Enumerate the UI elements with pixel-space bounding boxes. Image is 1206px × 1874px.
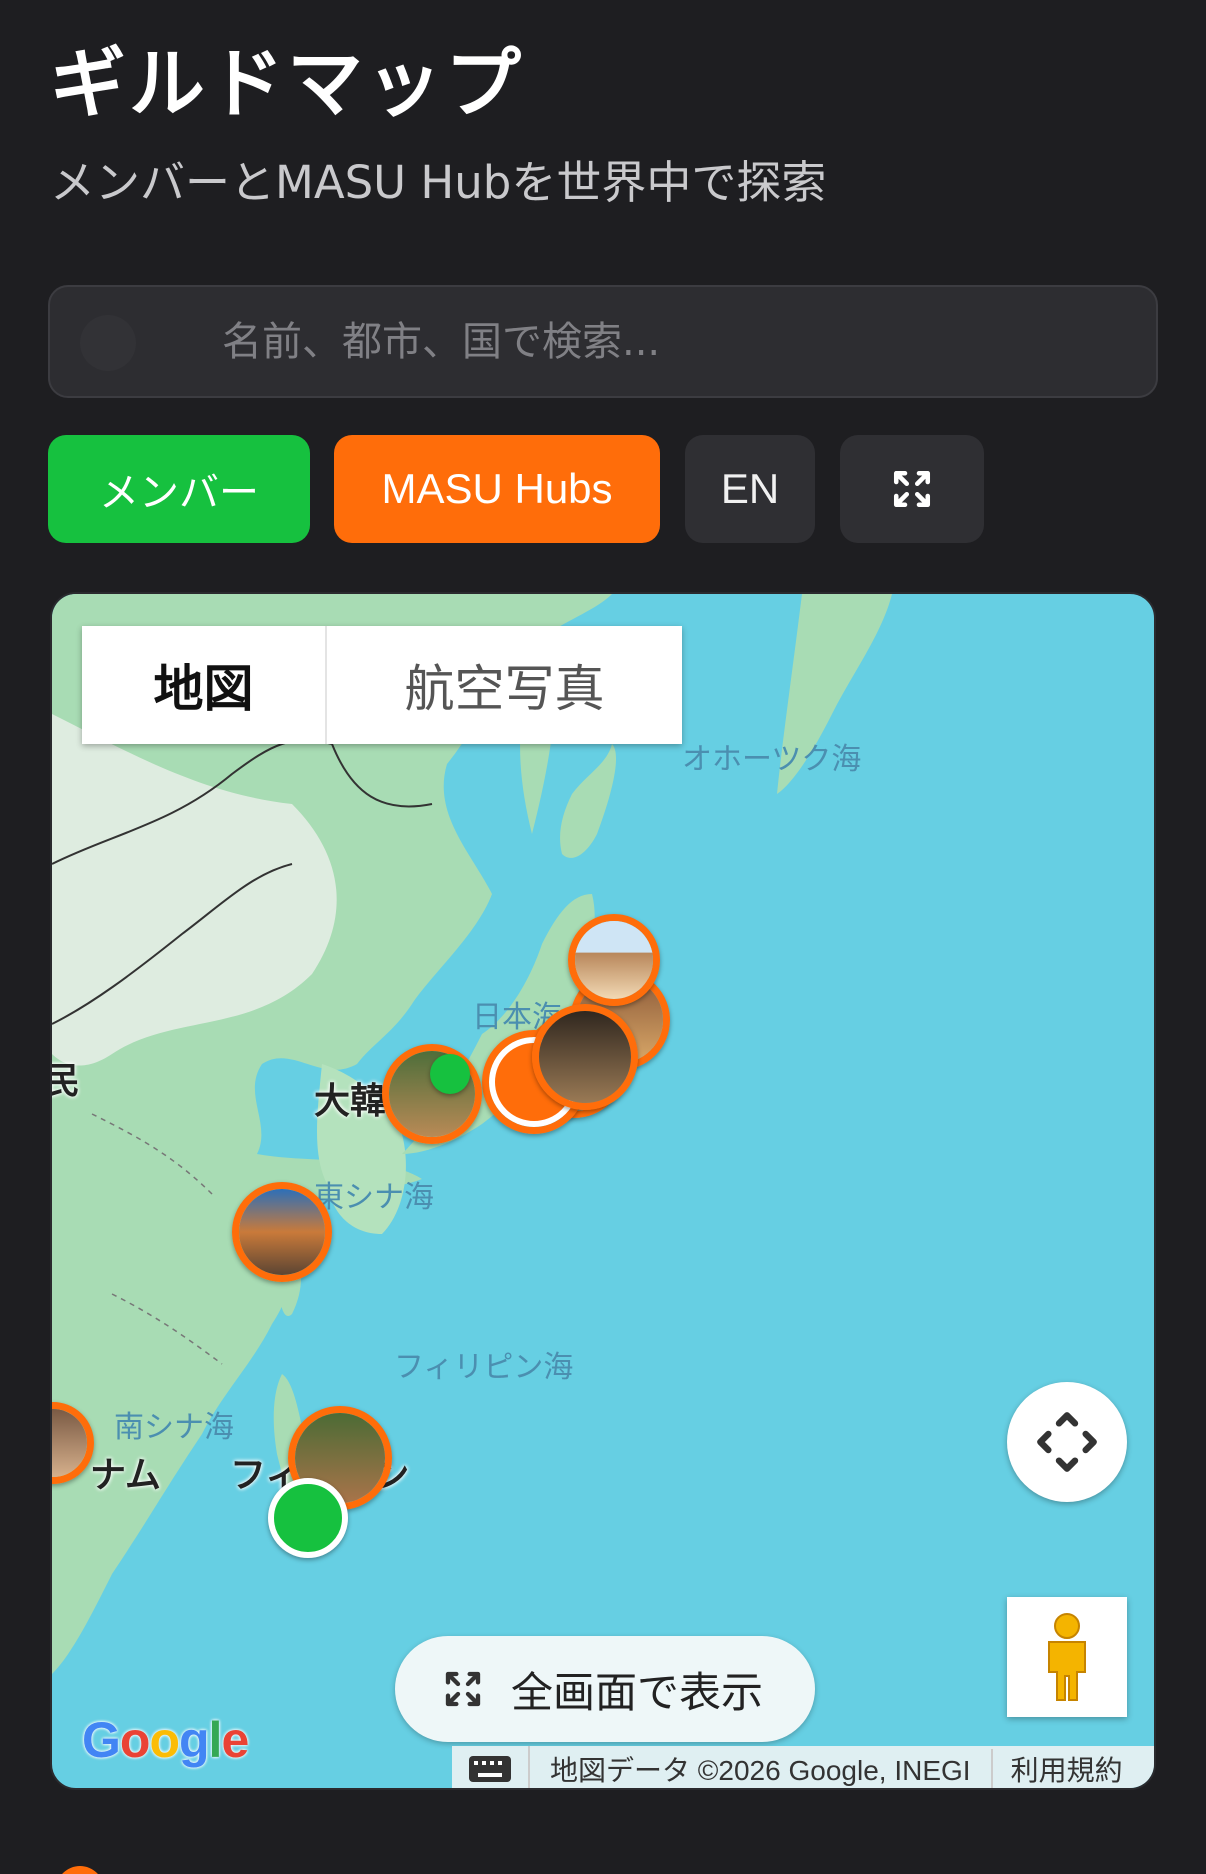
language-button[interactable]: EN bbox=[685, 435, 815, 543]
keyboard-icon bbox=[469, 1756, 511, 1782]
terms-link[interactable]: 利用規約 bbox=[993, 1749, 1141, 1788]
search-input[interactable] bbox=[170, 287, 1110, 396]
map-label-okhotsk: オホーツク海 bbox=[682, 742, 862, 777]
hubs-filter-button[interactable]: MASU Hubs bbox=[334, 435, 660, 543]
map-type-control: 地図 航空写真 bbox=[82, 626, 682, 744]
map-data-attribution: 地図データ ©2026 Google, INEGI bbox=[530, 1749, 993, 1788]
members-filter-button[interactable]: メンバー bbox=[48, 435, 310, 543]
map-type-satellite-button[interactable]: 航空写真 bbox=[327, 626, 682, 744]
map-label-south-china-sea: 南シナ海 bbox=[114, 1410, 234, 1445]
page-title: ギルドマップ bbox=[50, 39, 524, 128]
search-bar bbox=[48, 285, 1158, 398]
map-label-east-china-sea: 東シナ海 bbox=[314, 1180, 434, 1215]
keyboard-shortcuts-button[interactable] bbox=[452, 1746, 530, 1788]
pan-control-button[interactable] bbox=[1007, 1382, 1127, 1502]
map-label-philippine-sea: フィリピン海 bbox=[394, 1350, 574, 1385]
expand-map-button[interactable] bbox=[840, 435, 984, 543]
move-arrows-icon bbox=[1037, 1412, 1097, 1472]
hub-legend-dot bbox=[56, 1866, 104, 1874]
search-icon bbox=[80, 315, 136, 371]
map-base bbox=[52, 594, 892, 1674]
hub-marker[interactable] bbox=[232, 1182, 332, 1282]
hub-marker[interactable] bbox=[382, 1044, 482, 1144]
map-attribution-bar: 地図データ ©2026 Google, INEGI 利用規約 bbox=[452, 1746, 1154, 1788]
page-subtitle: メンバーとMASU Hubを世界中で探索 bbox=[50, 156, 827, 209]
hub-marker[interactable] bbox=[568, 914, 660, 1006]
map-label-left-edge: 民 bbox=[52, 1052, 80, 1104]
member-marker[interactable] bbox=[268, 1478, 348, 1558]
expand-icon bbox=[893, 470, 931, 508]
member-marker[interactable] bbox=[430, 1054, 470, 1094]
map-label-vietnam: ナム bbox=[90, 1455, 161, 1496]
street-view-pegman-button[interactable] bbox=[1007, 1597, 1127, 1717]
pegman-icon bbox=[1048, 1613, 1086, 1701]
fullscreen-label: 全画面で表示 bbox=[511, 1667, 764, 1717]
world-map[interactable]: 地図 航空写真 オホーツク海 日本海 大韓 東シナ海 フィリピン海 南シナ海 ナ… bbox=[50, 592, 1156, 1790]
map-label-korea: 大韓 bbox=[314, 1081, 387, 1122]
fullscreen-button[interactable]: 全画面で表示 bbox=[395, 1636, 815, 1742]
map-type-map-button[interactable]: 地図 bbox=[82, 626, 327, 744]
fullscreen-icon bbox=[445, 1671, 481, 1707]
google-logo: Google bbox=[82, 1712, 249, 1768]
hub-marker[interactable] bbox=[532, 1004, 638, 1110]
